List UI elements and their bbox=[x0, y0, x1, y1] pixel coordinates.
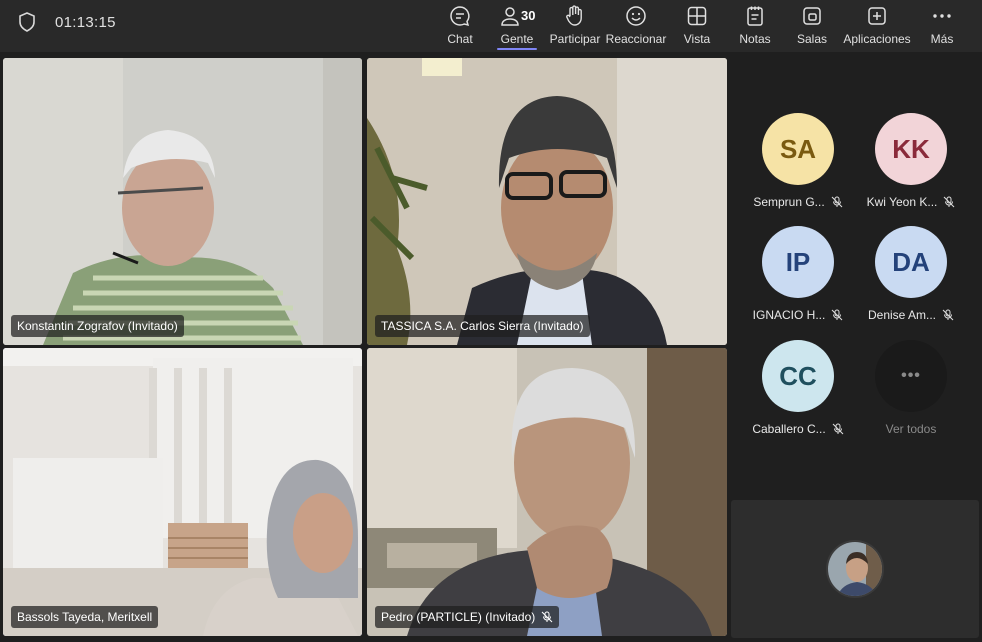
react-button[interactable]: Reaccionar bbox=[605, 2, 667, 50]
avatar: SA bbox=[762, 113, 834, 185]
mic-off-icon bbox=[943, 196, 955, 208]
raise-hand-label: Participar bbox=[549, 32, 601, 46]
roster-participant[interactable]: DA Denise Am... bbox=[856, 226, 966, 322]
notes-icon bbox=[747, 6, 763, 26]
more-dots-icon: ••• bbox=[875, 340, 947, 412]
shield-icon bbox=[19, 12, 35, 32]
see-all-label: Ver todos bbox=[885, 422, 937, 436]
view-button[interactable]: Vista bbox=[680, 2, 714, 50]
participant-nameplate: Bassols Tayeda, Meritxell bbox=[11, 606, 159, 628]
participant-nameplate: Pedro (PARTICLE) (Invitado) bbox=[375, 606, 560, 628]
participant-name: IGNACIO H... bbox=[752, 308, 826, 322]
video-tile-pedro[interactable]: Pedro (PARTICLE) (Invitado) bbox=[367, 348, 727, 636]
participant-video bbox=[367, 58, 727, 345]
chat-label: Chat bbox=[447, 32, 473, 46]
participant-name: Pedro (PARTICLE) (Invitado) bbox=[381, 610, 536, 624]
participant-video bbox=[3, 58, 362, 345]
video-tile-carlos[interactable]: TASSICA S.A. Carlos Sierra (Invitado) bbox=[367, 58, 727, 345]
grid-view-icon bbox=[687, 6, 707, 26]
participant-name: Semprun G... bbox=[753, 195, 825, 209]
participant-video bbox=[3, 348, 362, 636]
participant-name: Kwi Yeon K... bbox=[866, 195, 938, 209]
notes-label: Notas bbox=[739, 32, 771, 46]
mic-off-icon bbox=[832, 423, 844, 435]
avatar-initials: DA bbox=[892, 246, 930, 277]
participant-gallery: SA Semprun G... KK Kwi Yeon K... IP IGNA… bbox=[731, 58, 982, 496]
react-label: Reaccionar bbox=[605, 32, 667, 46]
see-all-button[interactable]: ••• Ver todos bbox=[856, 340, 966, 436]
rooms-label: Salas bbox=[796, 32, 828, 46]
mic-off-icon bbox=[831, 309, 843, 321]
participant-nameplate: Konstantin Zografov (Invitado) bbox=[11, 315, 184, 337]
chat-icon bbox=[450, 6, 470, 27]
avatar-initials: CC bbox=[779, 360, 817, 391]
raise-hand-icon bbox=[566, 5, 582, 26]
self-avatar-photo bbox=[828, 542, 882, 596]
self-view-tile[interactable] bbox=[731, 500, 979, 638]
video-tile-konstantin[interactable]: Konstantin Zografov (Invitado) bbox=[3, 58, 362, 345]
roster-participant[interactable]: IP IGNACIO H... bbox=[743, 226, 853, 322]
video-tile-meritxell[interactable]: Bassols Tayeda, Meritxell bbox=[3, 348, 362, 636]
participant-name: Bassols Tayeda, Meritxell bbox=[17, 610, 153, 624]
mic-off-icon bbox=[541, 611, 553, 623]
mic-off-icon bbox=[942, 309, 954, 321]
avatar: KK bbox=[875, 113, 947, 185]
avatar: CC bbox=[762, 340, 834, 412]
avatar: DA bbox=[875, 226, 947, 298]
add-app-icon bbox=[868, 7, 886, 25]
avatar: IP bbox=[762, 226, 834, 298]
rooms-button[interactable]: Salas bbox=[796, 2, 828, 50]
self-avatar bbox=[826, 540, 884, 598]
participant-name: Konstantin Zografov (Invitado) bbox=[17, 319, 178, 333]
chat-button[interactable]: Chat bbox=[438, 2, 482, 50]
people-count: 30 bbox=[521, 8, 536, 23]
roster-participant[interactable]: CC Caballero C... bbox=[743, 340, 853, 436]
people-button[interactable]: 30 Gente bbox=[493, 2, 541, 50]
mic-off-icon bbox=[831, 196, 843, 208]
more-label: Más bbox=[930, 32, 954, 46]
apps-button[interactable]: Aplicaciones bbox=[843, 2, 911, 50]
avatar-initials: IP bbox=[785, 246, 811, 277]
people-icon bbox=[501, 7, 519, 26]
view-label: Vista bbox=[683, 32, 711, 46]
participant-name: Denise Am... bbox=[867, 308, 937, 322]
meeting-toolbar: 01:13:15 Chat 30 Gente Participar Reacci… bbox=[0, 0, 982, 52]
meeting-timer: 01:13:15 bbox=[55, 14, 116, 31]
emoji-icon bbox=[626, 6, 646, 26]
more-dots-icon bbox=[933, 14, 951, 18]
breakout-rooms-icon bbox=[803, 7, 821, 25]
more-button[interactable]: Más bbox=[929, 2, 955, 50]
participant-name: Caballero C... bbox=[752, 422, 826, 436]
avatar-initials: KK bbox=[892, 133, 930, 164]
notes-button[interactable]: Notas bbox=[737, 2, 773, 50]
roster-participant[interactable]: KK Kwi Yeon K... bbox=[856, 113, 966, 209]
participant-video bbox=[367, 348, 727, 636]
roster-participant[interactable]: SA Semprun G... bbox=[743, 113, 853, 209]
avatar-initials: SA bbox=[779, 133, 817, 164]
participant-nameplate: TASSICA S.A. Carlos Sierra (Invitado) bbox=[375, 315, 590, 337]
participant-name: TASSICA S.A. Carlos Sierra (Invitado) bbox=[381, 319, 584, 333]
raise-hand-button[interactable]: Participar bbox=[549, 2, 601, 50]
apps-label: Aplicaciones bbox=[843, 32, 911, 46]
people-label: Gente bbox=[500, 32, 534, 46]
